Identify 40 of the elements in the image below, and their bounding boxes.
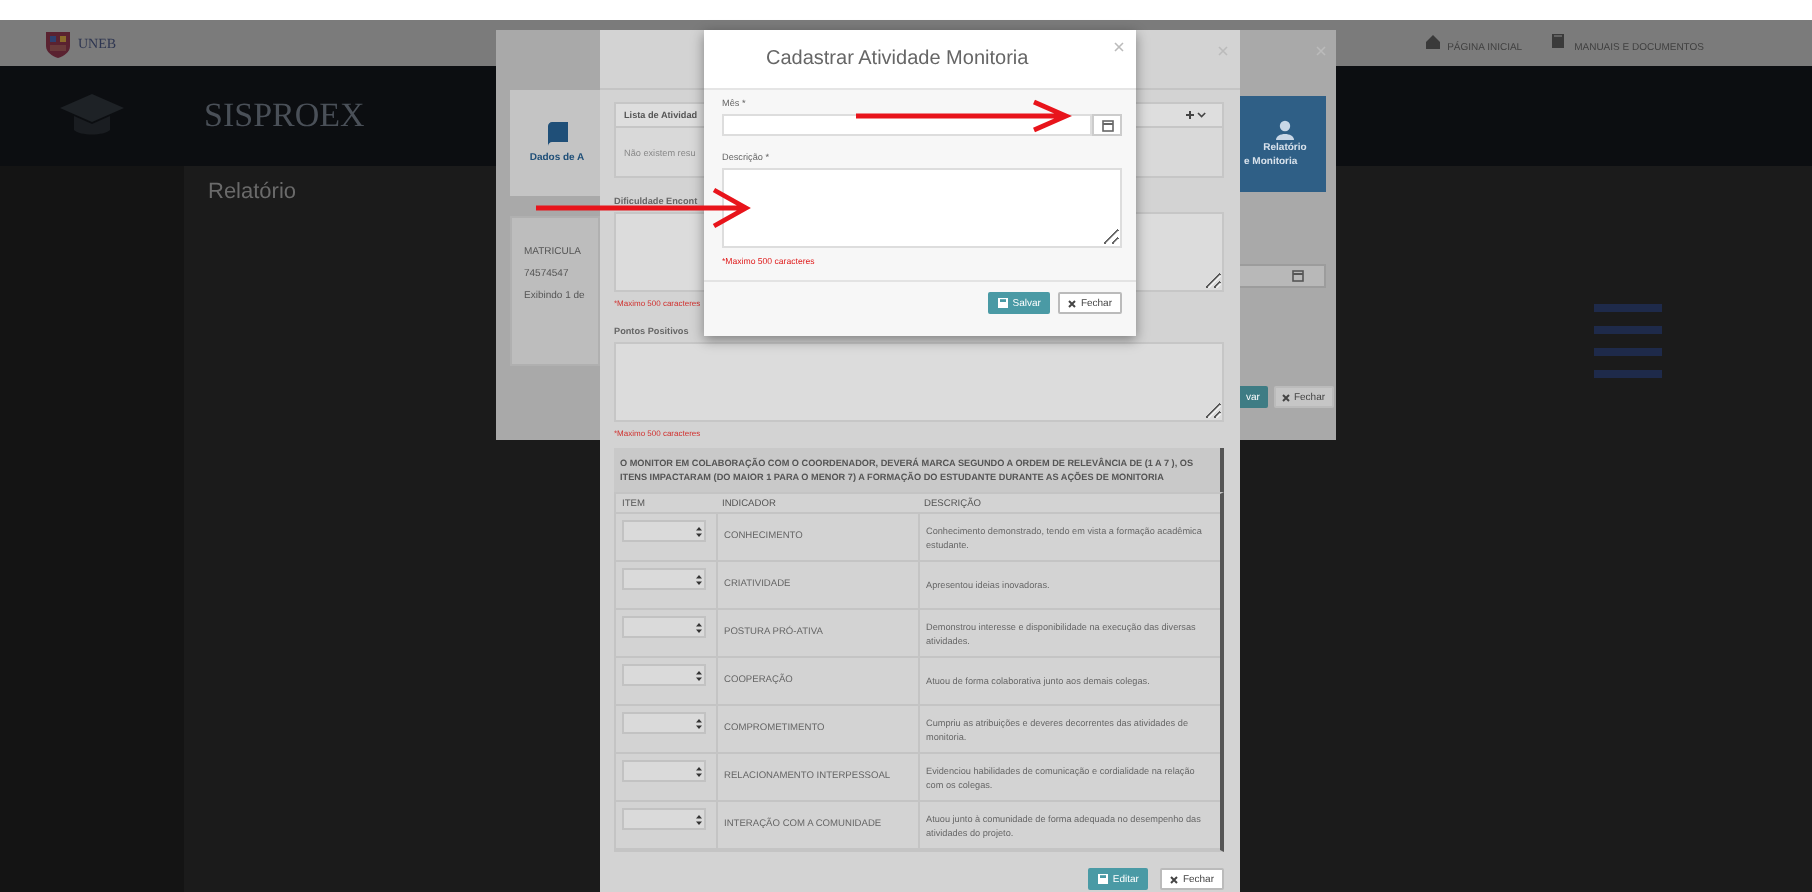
status-badge (1594, 304, 1662, 312)
status-badge (1594, 370, 1662, 378)
number-field[interactable] (622, 664, 706, 686)
text-area[interactable] (614, 342, 1224, 422)
number-field[interactable] (622, 712, 706, 734)
close-icon (1114, 42, 1124, 52)
date-field[interactable] (1238, 264, 1326, 288)
spinner-arrows-icon (696, 621, 702, 633)
app-title: SISPROEX (204, 96, 365, 136)
number-field[interactable] (622, 808, 706, 830)
close-icon (1281, 393, 1290, 401)
spinner-arrows-icon (696, 813, 702, 825)
plus-chevron-icon (1186, 110, 1206, 120)
status-badge (1594, 348, 1662, 356)
number-field[interactable] (622, 616, 706, 638)
save-icon (998, 298, 1009, 308)
modal-title: Cadastrar Atividade Monitoria (766, 48, 1029, 70)
spinner-arrows-icon (696, 669, 702, 681)
close-icon (1218, 46, 1228, 56)
text-area[interactable] (722, 168, 1122, 248)
status-badge (1594, 326, 1662, 334)
spinner-arrows-icon (696, 573, 702, 585)
spinner-arrows-icon (696, 525, 702, 537)
close-icon (1170, 875, 1179, 883)
page-title: Relatório (208, 180, 297, 204)
book-icon (547, 122, 567, 146)
number-field[interactable] (622, 520, 706, 542)
person-icon (1276, 120, 1294, 140)
save-icon (1098, 874, 1109, 884)
number-field[interactable] (622, 760, 706, 782)
spinner-arrows-icon (696, 765, 702, 777)
spinner-arrows-icon (696, 717, 702, 729)
calendar-icon (1101, 119, 1113, 131)
close-icon (1068, 299, 1077, 307)
number-field[interactable] (622, 568, 706, 590)
calendar-button[interactable] (1092, 114, 1122, 136)
home-icon (1423, 32, 1442, 50)
calendar-icon (1292, 270, 1304, 282)
crest-icon (44, 29, 72, 57)
book-icon (1550, 32, 1569, 50)
